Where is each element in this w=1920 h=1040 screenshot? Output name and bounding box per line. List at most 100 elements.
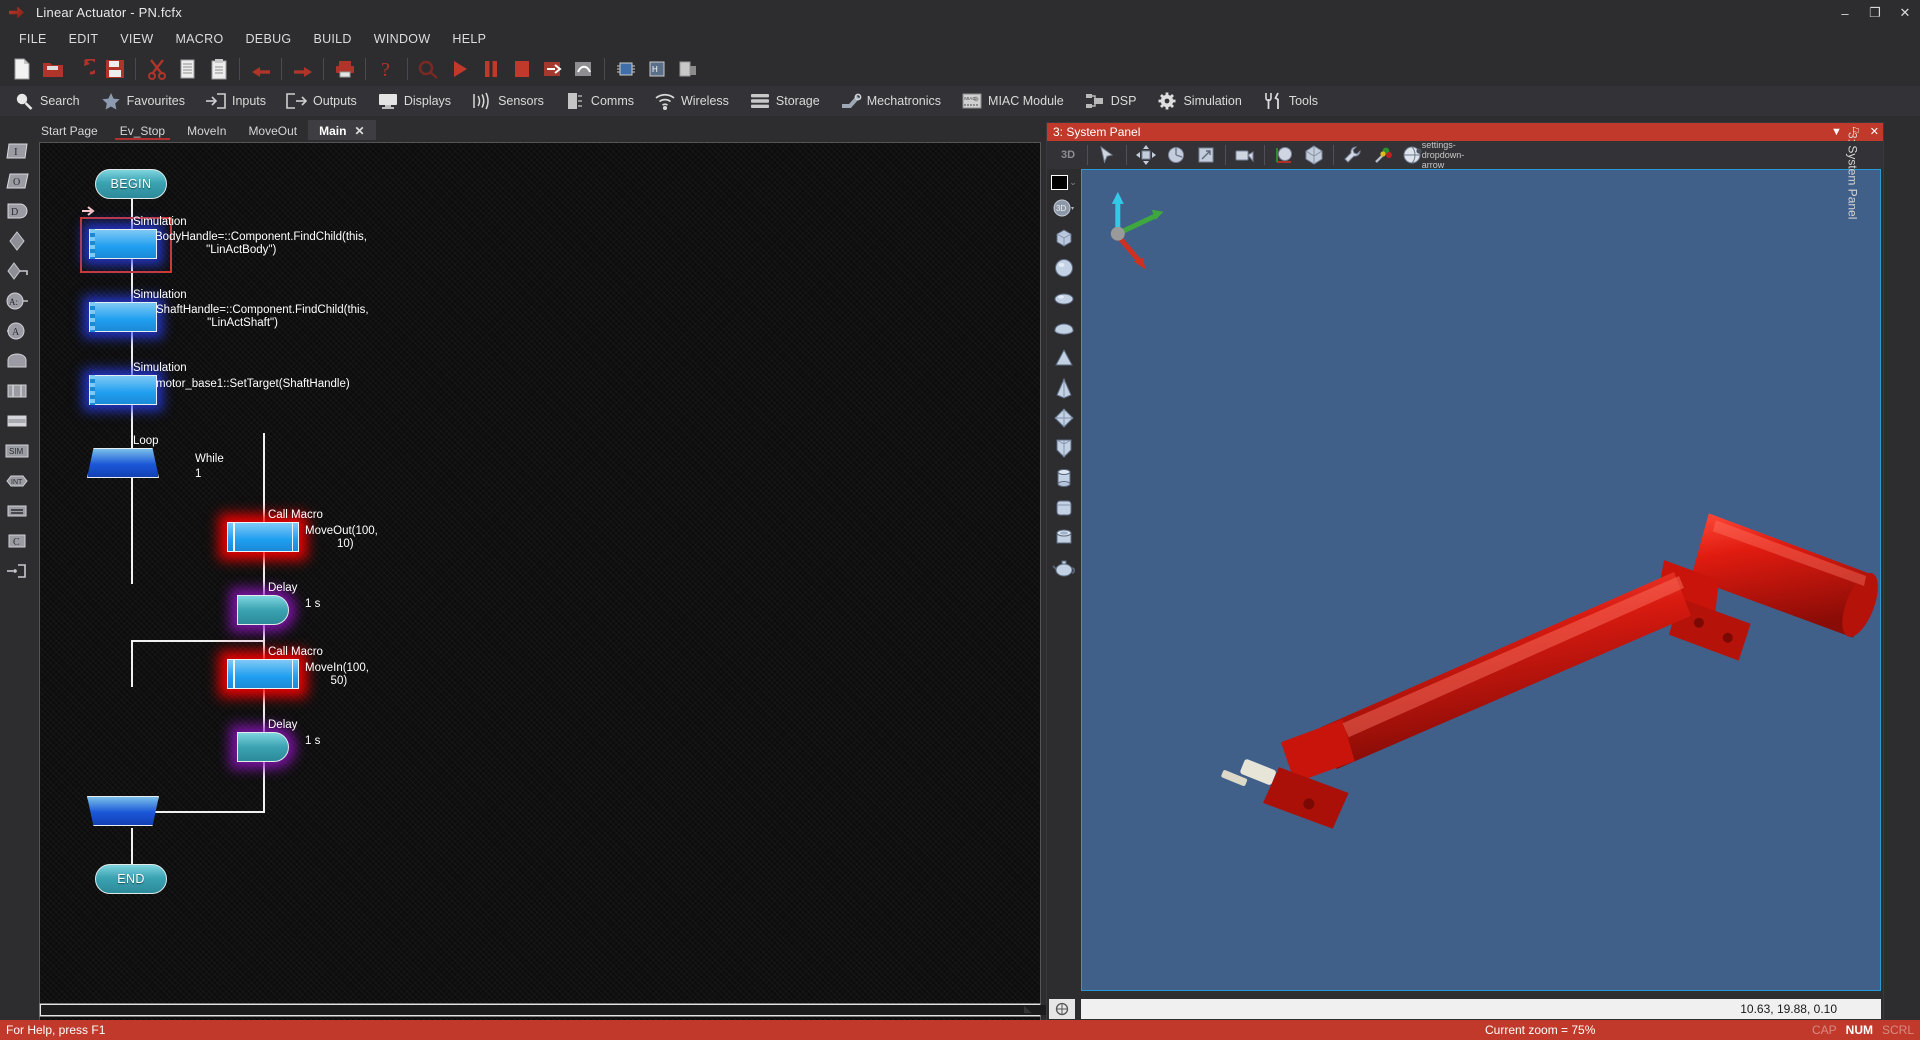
ribbon-item-mechatronics[interactable]: Mechatronics xyxy=(837,88,944,114)
ribbon-item-miac-module[interactable]: MIAC MIAC Module xyxy=(958,88,1067,114)
tab-ev-stop[interactable]: Ev_Stop xyxy=(109,120,176,140)
connection-point-icon[interactable] xyxy=(2,226,32,256)
simulation-icon[interactable]: SIM xyxy=(2,436,32,466)
tab-moveout[interactable]: MoveOut xyxy=(237,120,308,140)
ribbon-item-dsp[interactable]: DSP xyxy=(1081,88,1140,114)
flow-node-simulation-1[interactable] xyxy=(89,229,157,259)
tab-close-icon[interactable]: ✕ xyxy=(354,124,364,138)
redo-icon[interactable] xyxy=(288,55,317,83)
scrollbar-grip-icon[interactable]: ◣ xyxy=(1024,1004,1038,1016)
camera-icon[interactable] xyxy=(1231,143,1259,167)
flow-node-end[interactable]: END xyxy=(95,864,167,894)
panel-menu-dropdown-icon[interactable]: ▼ xyxy=(1831,126,1842,138)
tab-main[interactable]: Main ✕ xyxy=(308,120,376,140)
ribbon-item-simulation[interactable]: Simulation xyxy=(1153,88,1244,114)
snap-grid-icon[interactable] xyxy=(1049,999,1075,1019)
print-icon[interactable] xyxy=(330,55,359,83)
step-into-icon[interactable] xyxy=(538,55,567,83)
ribbon-item-comms[interactable]: Comms xyxy=(561,88,637,114)
save-disk-icon[interactable] xyxy=(100,55,129,83)
pointed-cone-shape-icon[interactable] xyxy=(1049,373,1079,403)
connection-key-icon[interactable] xyxy=(2,256,32,286)
flowchart-canvas-container[interactable]: BEGIN Simulation BodyHandle=::Component.… xyxy=(39,142,1041,1022)
3d-viewport[interactable] xyxy=(1081,169,1881,991)
axes-view-icon[interactable] xyxy=(1270,143,1298,167)
flow-node-call-macro-2[interactable] xyxy=(227,659,299,689)
move-object-icon[interactable] xyxy=(1132,143,1160,167)
ribbon-item-displays[interactable]: Displays xyxy=(374,88,454,114)
octahedron-shape-icon[interactable] xyxy=(1049,403,1079,433)
mode-3d-button[interactable]: 3D xyxy=(1049,193,1079,223)
loop-icon[interactable] xyxy=(2,376,32,406)
paint-brush-icon[interactable] xyxy=(1369,143,1397,167)
solid-view-icon[interactable] xyxy=(1300,143,1328,167)
tube-shape-icon[interactable] xyxy=(1049,523,1079,553)
menu-macro[interactable]: MACRO xyxy=(164,28,234,50)
paste-icon[interactable] xyxy=(204,55,233,83)
menu-debug[interactable]: DEBUG xyxy=(234,28,302,50)
ribbon-item-storage[interactable]: Storage xyxy=(746,88,823,114)
minimize-button[interactable]: – xyxy=(1830,0,1860,26)
settings-dropdown-arrow-icon[interactable]: settings-dropdown-arrow xyxy=(1422,140,1465,170)
ribbon-item-inputs[interactable]: Inputs xyxy=(202,88,269,114)
flow-node-loop[interactable] xyxy=(87,448,159,478)
flow-node-loop-end[interactable] xyxy=(87,796,159,826)
compile-chip-icon[interactable] xyxy=(611,55,640,83)
cut-scissors-icon[interactable] xyxy=(142,55,171,83)
tab-start-page[interactable]: Start Page xyxy=(30,120,109,140)
cylinder-shape-icon[interactable] xyxy=(1049,463,1079,493)
select-cursor-icon[interactable] xyxy=(1093,143,1121,167)
rounded-box-shape-icon[interactable] xyxy=(1049,493,1079,523)
compile-hex-icon[interactable]: H xyxy=(642,55,671,83)
cone-shape-icon[interactable] xyxy=(1049,343,1079,373)
undo-icon[interactable] xyxy=(246,55,275,83)
comment-icon[interactable] xyxy=(2,496,32,526)
component-macro-icon[interactable] xyxy=(2,406,32,436)
flow-node-simulation-3[interactable] xyxy=(89,375,157,405)
color-swatch-button[interactable]: ⌄ xyxy=(1049,171,1079,193)
maximize-button[interactable]: ❐ xyxy=(1860,0,1890,26)
flow-node-delay-1[interactable] xyxy=(237,595,289,625)
help-question-icon[interactable]: ? xyxy=(372,55,401,83)
tab-movein[interactable]: MoveIn xyxy=(176,120,237,140)
menu-edit[interactable]: EDIT xyxy=(58,28,110,50)
pause-icon[interactable] xyxy=(476,55,505,83)
menu-view[interactable]: VIEW xyxy=(109,28,164,50)
run-play-icon[interactable] xyxy=(445,55,474,83)
input-icon[interactable]: I xyxy=(2,136,32,166)
undo-arrow-icon[interactable] xyxy=(69,55,98,83)
output-icon[interactable]: O xyxy=(2,166,32,196)
stop-icon[interactable] xyxy=(507,55,536,83)
menu-file[interactable]: FILE xyxy=(8,28,58,50)
sphere-shape-icon[interactable] xyxy=(1049,253,1079,283)
decision-icon[interactable]: D xyxy=(2,196,32,226)
properties-wrench-icon[interactable] xyxy=(1339,143,1367,167)
context-help-icon[interactable] xyxy=(414,55,443,83)
menu-help[interactable]: HELP xyxy=(441,28,497,50)
flow-node-call-macro-1[interactable] xyxy=(227,522,299,552)
scrollbar-thumb[interactable] xyxy=(41,1005,1051,1015)
menu-window[interactable]: WINDOW xyxy=(363,28,442,50)
rotate-object-icon[interactable] xyxy=(1162,143,1190,167)
canvas-horizontal-scrollbar[interactable]: ◣ xyxy=(39,1003,1051,1017)
c-code-icon[interactable]: C xyxy=(2,526,32,556)
flow-node-begin[interactable]: BEGIN xyxy=(95,169,167,199)
swatch-dropdown-arrow-icon[interactable]: ⌄ xyxy=(1069,177,1077,188)
ribbon-item-wireless[interactable]: Wireless xyxy=(651,88,732,114)
view-3d-toggle-button[interactable]: 3D xyxy=(1054,143,1082,167)
copy-icon[interactable] xyxy=(173,55,202,83)
ribbon-item-sensors[interactable]: Sensors xyxy=(468,88,547,114)
flow-node-simulation-2[interactable] xyxy=(89,302,157,332)
ribbon-item-outputs[interactable]: Outputs xyxy=(283,88,360,114)
project-options-icon[interactable] xyxy=(673,55,702,83)
teapot-shape-icon[interactable] xyxy=(1049,553,1079,583)
flow-node-delay-2[interactable] xyxy=(237,732,289,762)
flowchart-canvas[interactable]: BEGIN Simulation BodyHandle=::Component.… xyxy=(40,143,1040,1021)
connection-node-icon[interactable] xyxy=(2,556,32,586)
ribbon-item-favourites[interactable]: Favourites xyxy=(97,88,188,114)
panel-title-bar[interactable]: 3: System Panel ▼ ⚐ ✕ xyxy=(1047,123,1883,141)
ellipsoid-shape-icon[interactable] xyxy=(1049,283,1079,313)
menu-build[interactable]: BUILD xyxy=(302,28,362,50)
new-file-icon[interactable] xyxy=(7,55,36,83)
interrupt-icon[interactable]: INT xyxy=(2,466,32,496)
